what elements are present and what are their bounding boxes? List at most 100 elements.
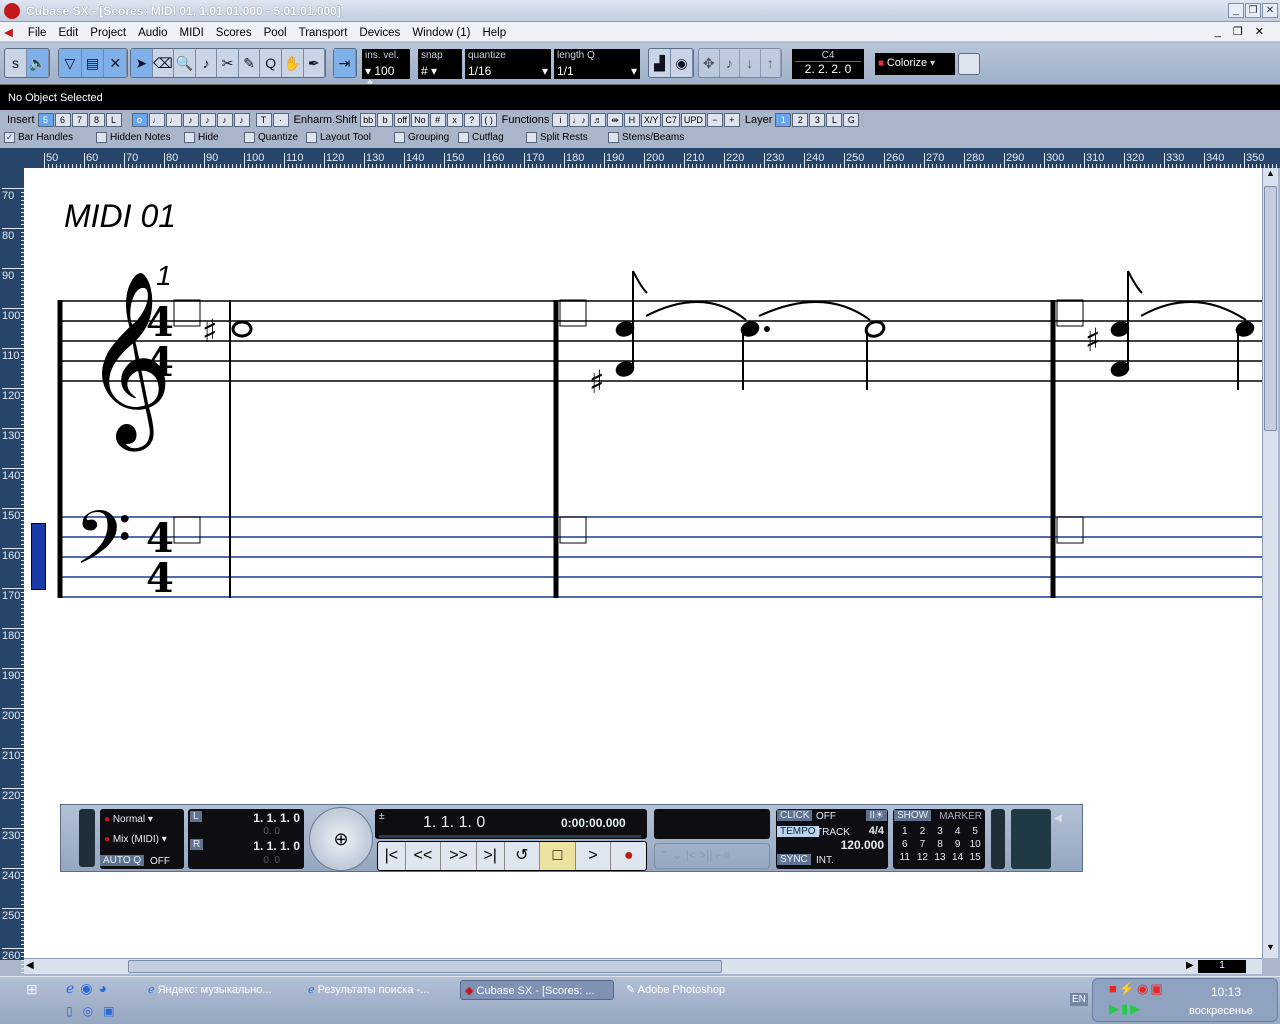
auto-scroll-icon[interactable]: ⇥ <box>334 49 356 77</box>
filter-mute-icon[interactable]: ✕ <box>104 49 128 77</box>
checkbox-box[interactable] <box>96 132 107 143</box>
rewind-start-button[interactable]: |< <box>378 842 406 870</box>
checkbox-hidden-notes[interactable]: Hidden Notes <box>96 132 171 143</box>
note-value-button[interactable]: ♪ <box>216 113 233 127</box>
quick-launch-icons-2[interactable]: ▯◎▣ <box>66 1004 124 1018</box>
function-button[interactable]: + <box>723 113 740 127</box>
menu-audio[interactable]: Audio <box>132 24 173 39</box>
speaker-icon[interactable]: 🔈 <box>27 49 49 77</box>
play-button[interactable]: > <box>576 842 612 870</box>
marker-button-10[interactable]: 10 <box>966 839 984 850</box>
bars-position[interactable]: 1. 1. 1. 0 <box>423 814 485 832</box>
task-cubase[interactable]: ◆ Cubase SX - [Scores: ... <box>460 980 614 1000</box>
enharmonic-button[interactable]: b <box>377 113 394 127</box>
horizontal-scrollbar[interactable]: ◀ ▶ 1 <box>24 958 1262 974</box>
autoq-button[interactable]: AUTO Q <box>100 855 145 866</box>
minimize-button[interactable]: _ <box>1228 3 1244 18</box>
marker-button-6[interactable]: 6 <box>896 839 914 850</box>
marker-button-14[interactable]: 14 <box>949 852 967 863</box>
marker-select[interactable] <box>654 809 770 839</box>
hand-icon[interactable]: ✋ <box>282 49 304 77</box>
checkbox-hide[interactable]: Hide <box>184 132 219 143</box>
marker-button-8[interactable]: 8 <box>931 839 949 850</box>
tray-icons[interactable]: ■⚡◉▣ <box>1109 981 1165 997</box>
insert-button[interactable]: 7 <box>71 113 88 127</box>
note-option-button[interactable]: · <box>272 113 289 127</box>
page-number[interactable]: 1 <box>1198 960 1246 973</box>
marker-button-1[interactable]: 1 <box>896 826 914 837</box>
menu-transport[interactable]: Transport <box>293 24 354 39</box>
function-button[interactable]: − <box>706 113 723 127</box>
click-button[interactable]: CLICK <box>777 810 813 821</box>
function-button[interactable]: i <box>552 113 569 127</box>
quantize-select[interactable]: quantize 1/16 ▾ <box>465 49 551 79</box>
menu-window-1-[interactable]: Window (1) <box>406 24 476 39</box>
insert-button[interactable]: 5 <box>37 113 54 127</box>
marker-button-5[interactable]: 5 <box>966 826 984 837</box>
checkbox-box[interactable] <box>458 132 469 143</box>
arrow-tool-icon[interactable]: ➤ <box>131 49 153 77</box>
vertical-ruler[interactable]: 70 80 90 100 110 120 130 140 150 160 170 180 190 200 2… <box>0 168 24 985</box>
pen-icon[interactable]: ✒ <box>304 49 326 77</box>
layer-button[interactable]: 1 <box>775 113 792 127</box>
checkbox-cutflag[interactable]: Cutflag <box>458 132 504 143</box>
right-locator[interactable]: 1. 1. 1. 0 <box>253 839 300 853</box>
function-button[interactable]: ♬ <box>589 113 606 127</box>
insert-button[interactable]: 6 <box>54 113 71 127</box>
down-icon[interactable]: ↓ <box>740 49 761 77</box>
checkbox-bar-handles[interactable]: ✓ Bar Handles <box>4 132 73 143</box>
midi-icon[interactable]: ◉ <box>671 49 693 77</box>
marker-button-3[interactable]: 3 <box>931 826 949 837</box>
insert-button[interactable]: L <box>105 113 122 127</box>
checkbox-grouping[interactable]: Grouping <box>394 132 449 143</box>
function-button[interactable]: C7 <box>662 113 680 127</box>
volume-slider[interactable]: ◀ <box>1054 813 1062 824</box>
checkbox-box[interactable] <box>526 132 537 143</box>
marker-button-15[interactable]: 15 <box>966 852 984 863</box>
checkbox-box[interactable] <box>184 132 195 143</box>
checkbox-layout-tool[interactable]: Layout Tool <box>306 132 371 143</box>
move-icon[interactable]: ✥ <box>699 49 720 77</box>
stop-button[interactable]: □ <box>540 842 576 870</box>
ins-vel-field[interactable]: ins. vel.▾ 100 ⇕ <box>362 49 410 92</box>
layer-button[interactable]: 3 <box>809 113 826 127</box>
start-icon[interactable]: ⊞ <box>26 981 38 998</box>
active-staff-marker[interactable] <box>31 523 46 590</box>
scroll-thumb[interactable] <box>1264 186 1277 431</box>
enharmonic-button[interactable]: ( ) <box>480 113 497 127</box>
cycle-mode-select[interactable]: Mix (MIDI) <box>113 834 159 845</box>
note-value-button[interactable]: ♪ <box>182 113 199 127</box>
layer-button[interactable]: L <box>826 113 843 127</box>
tray-icons-2[interactable]: ▶▮▶ <box>1109 1001 1142 1017</box>
record-mode-select[interactable]: Normal <box>113 814 145 825</box>
close-button[interactable]: ✕ <box>1262 3 1278 18</box>
record-button[interactable]: ● <box>611 842 646 870</box>
function-button[interactable]: H <box>623 113 640 127</box>
color-toggle-icon[interactable] <box>958 53 980 75</box>
quick-launch-icons[interactable]: ℯ◉◕ <box>66 980 113 997</box>
jog-shuttle-wheel[interactable]: ⊕ <box>309 807 373 871</box>
time-signature[interactable]: 4/4 <box>869 825 884 837</box>
layer-button[interactable]: G <box>843 113 860 127</box>
enharmonic-button[interactable]: # <box>429 113 446 127</box>
scroll-up-icon[interactable]: ▲ <box>1263 168 1278 184</box>
note-option-button[interactable]: T <box>255 113 272 127</box>
tempo-value[interactable]: 120.000 <box>841 838 884 852</box>
checkbox-box[interactable]: ✓ <box>4 132 15 143</box>
colorize-select[interactable]: ■ Colorize ▾ <box>875 53 955 75</box>
glue-icon[interactable]: ✎ <box>239 49 261 77</box>
snap-field[interactable]: snap # ▾ <box>418 49 462 79</box>
scissors-icon[interactable]: ✂ <box>217 49 239 77</box>
checkbox-box[interactable] <box>394 132 405 143</box>
solo-icon[interactable]: s <box>5 49 27 77</box>
menu-devices[interactable]: Devices <box>353 24 406 39</box>
cycle-button[interactable]: ↺ <box>505 842 541 870</box>
checkbox-box[interactable] <box>608 132 619 143</box>
enharmonic-button[interactable]: No <box>411 113 429 127</box>
rewind-button[interactable]: << <box>406 842 442 870</box>
menu-project[interactable]: Project <box>84 24 132 39</box>
scroll-left-icon[interactable]: ◀ <box>26 960 34 971</box>
enharmonic-button[interactable]: ? <box>463 113 480 127</box>
maximize-button[interactable]: ❐ <box>1245 3 1261 18</box>
tempo-button[interactable]: TEMPO <box>777 826 819 837</box>
